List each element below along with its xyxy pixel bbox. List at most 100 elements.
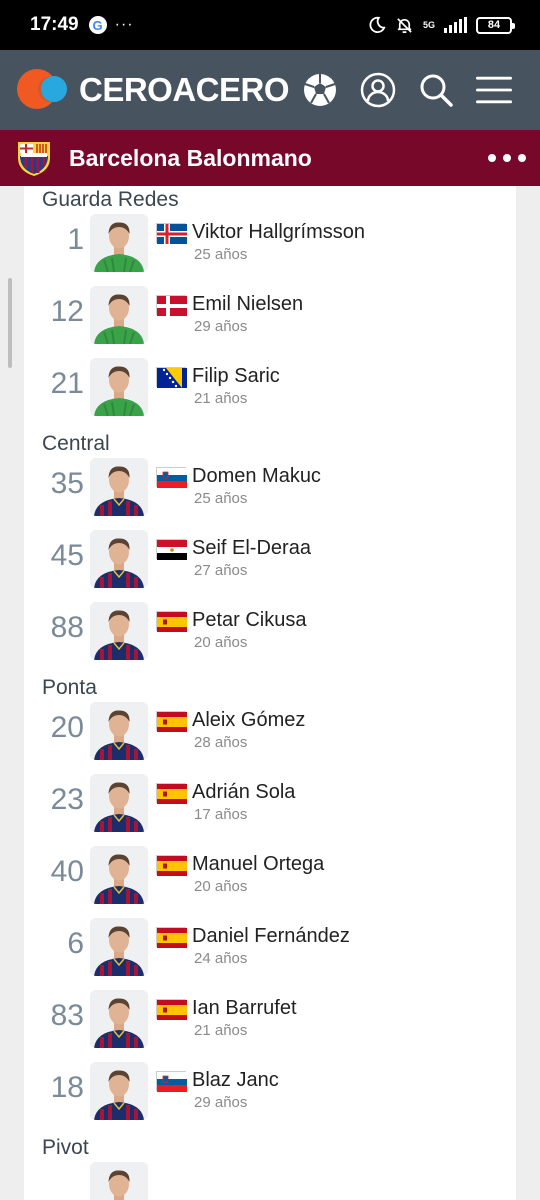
player-photo[interactable]	[90, 990, 148, 1048]
player-number: 83	[50, 999, 84, 1032]
player-name[interactable]: Domen Makuc	[192, 465, 321, 488]
player-row[interactable]: 18 Blaz Janc 29 años	[24, 1062, 516, 1134]
player-photo[interactable]	[90, 530, 148, 588]
player-age: 25 años	[194, 490, 248, 507]
team-header: Barcelona Balonmano	[0, 130, 540, 186]
player-number: 88	[50, 611, 84, 644]
player-row[interactable]: 12 Emil Nielsen 29 años	[24, 286, 516, 358]
top-nav: CEROACERO	[0, 50, 540, 130]
player-age: 28 años	[194, 734, 248, 751]
player-age: 21 años	[194, 1022, 248, 1039]
player-row[interactable]: 45 Seif El-Deraa 27 años	[24, 530, 516, 602]
player-photo[interactable]	[90, 286, 148, 344]
player-name[interactable]: Ian Barrufet	[192, 997, 297, 1020]
google-app-icon: G	[88, 16, 107, 34]
brand-name[interactable]: CEROACERO	[79, 71, 290, 109]
player-row[interactable]: 1 Viktor Hallgrímsson 25 años	[24, 214, 516, 286]
status-bar: 17:49 G ··· 5G 84	[0, 0, 540, 50]
player-age: 24 años	[194, 950, 248, 967]
section-title: Pivot	[42, 1136, 89, 1159]
player-age: 29 años	[194, 1094, 248, 1111]
player-photo[interactable]	[90, 358, 148, 416]
player-name[interactable]: Manuel Ortega	[192, 853, 324, 876]
player-name[interactable]: Aleix Gómez	[192, 709, 305, 732]
more-notifications-icon: ···	[114, 16, 134, 33]
player-row[interactable]	[24, 1162, 516, 1200]
battery-level: 84	[487, 19, 501, 31]
section-title: Central	[42, 432, 110, 455]
player-row[interactable]: 40 Manuel Ortega 20 años	[24, 846, 516, 918]
player-name[interactable]: Adrián Sola	[192, 781, 295, 804]
player-number: 1	[67, 223, 84, 256]
player-photo[interactable]	[90, 1062, 148, 1120]
spain-flag-icon	[156, 926, 187, 948]
player-name[interactable]: Petar Cikusa	[192, 609, 307, 632]
scrollbar[interactable]	[8, 278, 12, 368]
player-number: 20	[50, 711, 84, 744]
section-title: Ponta	[42, 676, 97, 699]
more-options-icon[interactable]	[488, 148, 526, 168]
bosnia-flag-icon	[156, 366, 187, 388]
player-photo[interactable]	[90, 774, 148, 832]
player-number: 35	[50, 467, 84, 500]
player-name[interactable]: Filip Saric	[192, 365, 280, 388]
player-name[interactable]: Seif El-Deraa	[192, 537, 311, 560]
player-row[interactable]: 20 Aleix Gómez 28 años	[24, 702, 516, 774]
player-row[interactable]: 35 Domen Makuc 25 años	[24, 458, 516, 530]
hamburger-menu-icon[interactable]	[476, 72, 512, 108]
player-name[interactable]: Viktor Hallgrímsson	[192, 221, 365, 244]
player-photo[interactable]	[90, 214, 148, 272]
player-number: 21	[50, 367, 84, 400]
signal-icon	[444, 17, 467, 33]
player-age: 20 años	[194, 878, 248, 895]
player-number: 23	[50, 783, 84, 816]
player-age: 25 años	[194, 246, 248, 263]
roster-card: Guarda Redes 1 Viktor Hallgrímsson 25 años 1…	[24, 186, 516, 1200]
player-number: 45	[50, 539, 84, 572]
spain-flag-icon	[156, 710, 187, 732]
player-row[interactable]: 83 Ian Barrufet 21 años	[24, 990, 516, 1062]
player-name[interactable]: Daniel Fernández	[192, 925, 350, 948]
player-number: 40	[50, 855, 84, 888]
player-photo[interactable]	[90, 846, 148, 904]
player-age: 27 años	[194, 562, 248, 579]
player-photo[interactable]	[90, 702, 148, 760]
player-age: 29 años	[194, 318, 248, 335]
player-row[interactable]: 6 Daniel Fernández 24 años	[24, 918, 516, 990]
player-photo[interactable]	[90, 458, 148, 516]
player-photo[interactable]	[90, 1162, 148, 1200]
moon-icon	[369, 16, 386, 33]
player-age: 17 años	[194, 806, 248, 823]
player-row[interactable]: 88 Petar Cikusa 20 años	[24, 602, 516, 674]
slovenia-flag-icon	[156, 1070, 187, 1092]
iceland-flag-icon	[156, 222, 187, 244]
player-photo[interactable]	[90, 602, 148, 660]
spain-flag-icon	[156, 782, 187, 804]
player-number	[24, 1162, 84, 1171]
player-name[interactable]: Blaz Janc	[192, 1069, 279, 1092]
fc-barcelona-crest-icon	[18, 142, 50, 176]
spain-flag-icon	[156, 854, 187, 876]
spain-flag-icon	[156, 610, 187, 632]
bell-muted-icon	[397, 17, 412, 33]
player-row[interactable]: 21 Filip Saric 21 años	[24, 358, 516, 430]
user-account-icon[interactable]	[360, 72, 396, 108]
denmark-flag-icon	[156, 294, 187, 316]
player-age: 20 años	[194, 634, 248, 651]
player-row[interactable]: 23 Adrián Sola 17 años	[24, 774, 516, 846]
ceroacero-logo-icon[interactable]	[17, 69, 69, 111]
slovenia-flag-icon	[156, 466, 187, 488]
spain-flag-icon	[156, 998, 187, 1020]
player-photo[interactable]	[90, 918, 148, 976]
section-title: Guarda Redes	[42, 188, 179, 211]
player-number: 12	[50, 295, 84, 328]
player-name[interactable]: Emil Nielsen	[192, 293, 303, 316]
network-type: 5G	[422, 19, 435, 30]
egypt-flag-icon	[156, 538, 187, 560]
player-number: 6	[67, 927, 84, 960]
player-age: 21 años	[194, 390, 248, 407]
soccer-ball-icon[interactable]	[302, 72, 338, 108]
battery-icon: 84	[476, 16, 515, 34]
search-icon[interactable]	[418, 72, 454, 108]
team-name: Barcelona Balonmano	[69, 144, 312, 171]
